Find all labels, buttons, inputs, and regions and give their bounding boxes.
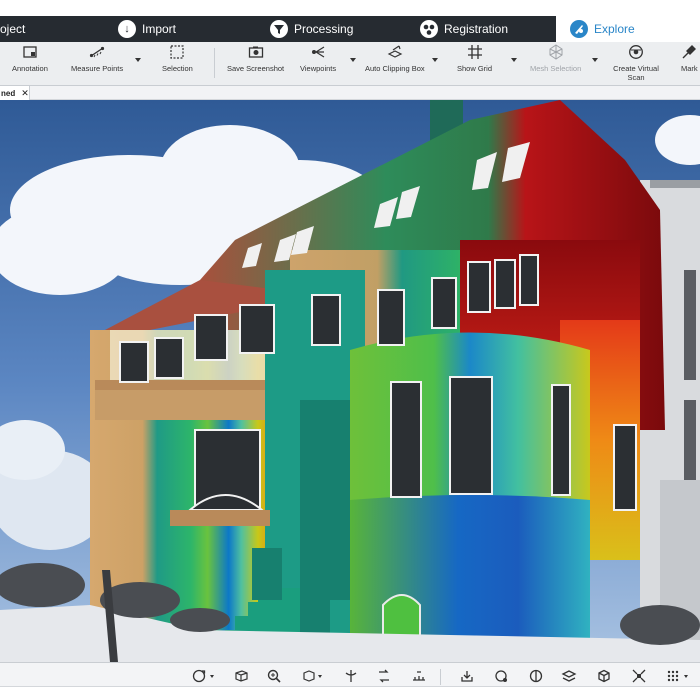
grid-icon (467, 44, 483, 60)
tab-project-label: oject (0, 22, 26, 36)
annotation-icon (22, 44, 38, 60)
document-tab[interactable]: ned ✕ (0, 86, 30, 100)
mesh-selection-button[interactable]: Mesh Selection (530, 44, 581, 73)
document-tab-label: ned (1, 88, 16, 98)
auto-clipping-box-label: Auto Clipping Box (365, 64, 425, 73)
export-button[interactable] (458, 667, 476, 685)
save-screenshot-button[interactable]: Save Screenshot (227, 44, 284, 73)
processing-icon (270, 20, 288, 38)
pin-icon (681, 44, 697, 60)
sync-button[interactable] (492, 667, 510, 685)
explore-icon (570, 20, 588, 38)
measure-points-button[interactable]: Measure Points (71, 44, 123, 73)
expand-button[interactable] (630, 667, 648, 685)
annotation-button[interactable]: Annotation (12, 44, 48, 73)
clipping-box-icon (387, 44, 403, 60)
selection-icon (169, 44, 185, 60)
object-button[interactable] (595, 667, 613, 685)
clip-plane-icon (345, 670, 357, 682)
view-cube-button[interactable] (232, 667, 250, 685)
expand-icon (632, 669, 646, 683)
point-cloud-viewport[interactable] (0, 100, 700, 662)
tab-explore-label: Explore (594, 22, 635, 36)
measure-points-label: Measure Points (71, 64, 124, 73)
show-grid-dropdown[interactable] (511, 58, 517, 62)
zoom-icon (267, 669, 281, 683)
measure-icon (413, 671, 425, 681)
grid-dots-dropdown[interactable] (684, 675, 688, 678)
ribbon-separator (214, 48, 215, 78)
box-icon (303, 670, 315, 682)
grid-dots-button[interactable] (664, 667, 682, 685)
virtual-scan-icon (628, 44, 644, 60)
tab-import-label: Import (142, 22, 177, 36)
app-window: oject ↓ Import Processing Registration E… (0, 0, 700, 700)
tab-import[interactable]: ↓ Import (108, 16, 258, 42)
tab-project[interactable]: oject (0, 16, 108, 42)
document-tab-bar: ned ✕ (0, 86, 700, 100)
zoom-button[interactable] (265, 667, 283, 685)
show-grid-button[interactable]: Show Grid (457, 44, 492, 73)
object-cube-icon (598, 669, 610, 683)
tab-registration[interactable]: Registration (410, 16, 556, 42)
orbit-rotate-button[interactable] (190, 667, 208, 685)
flip-button[interactable] (375, 667, 393, 685)
viewpoints-button[interactable]: Viewpoints (300, 44, 336, 73)
auto-clipping-dropdown[interactable] (432, 58, 438, 62)
tab-registration-label: Registration (444, 22, 509, 36)
orbit-dropdown[interactable] (210, 675, 214, 678)
flip-icon (379, 669, 389, 683)
orbit-icon (192, 669, 206, 683)
box-view-button[interactable] (300, 667, 318, 685)
tab-processing[interactable]: Processing (258, 16, 410, 42)
measure-points-dropdown[interactable] (135, 58, 141, 62)
auto-clipping-box-button[interactable]: Auto Clipping Box (365, 44, 425, 73)
clip-plane-button[interactable] (342, 667, 360, 685)
export-icon (461, 671, 473, 682)
mark-button[interactable]: Mark (681, 44, 698, 73)
sync-icon (495, 670, 507, 682)
ribbon-toolbar: Annotation Measure Points Selection Save… (0, 42, 700, 86)
layers-button[interactable] (560, 667, 578, 685)
tab-processing-label: Processing (294, 22, 354, 36)
mark-label: Mark (681, 64, 698, 73)
selection-button[interactable]: Selection (162, 44, 193, 73)
create-virtual-scan-label: Create Virtual Scan (613, 64, 659, 82)
selection-label: Selection (162, 64, 193, 73)
create-virtual-scan-button[interactable]: Create Virtual Scan (613, 44, 659, 82)
cube-view-icon (235, 670, 248, 682)
box-view-dropdown[interactable] (318, 675, 322, 678)
viewpoints-label: Viewpoints (300, 64, 337, 73)
viewpoints-dropdown[interactable] (350, 58, 356, 62)
section-button[interactable] (527, 667, 545, 685)
status-bar (0, 686, 700, 700)
measure-points-icon (89, 44, 105, 60)
camera-icon (248, 44, 264, 60)
grid-dots-icon (667, 670, 679, 682)
annotation-label: Annotation (12, 64, 48, 73)
section-icon (529, 669, 543, 683)
mesh-icon (548, 44, 564, 60)
mesh-selection-label: Mesh Selection (530, 64, 582, 73)
layers-icon (561, 670, 577, 682)
workflow-stage-bar: oject ↓ Import Processing Registration E… (0, 16, 700, 42)
mesh-selection-dropdown[interactable] (592, 58, 598, 62)
measure-button[interactable] (410, 667, 428, 685)
close-icon[interactable]: ✕ (21, 88, 29, 99)
registration-icon (420, 20, 438, 38)
tab-explore[interactable]: Explore (556, 16, 700, 42)
import-icon: ↓ (118, 20, 136, 38)
save-screenshot-label: Save Screenshot (227, 64, 285, 73)
point-cloud-render[interactable] (0, 100, 700, 662)
viewpoints-icon (310, 44, 326, 60)
toolbar-separator (440, 669, 441, 685)
show-grid-label: Show Grid (457, 64, 493, 73)
